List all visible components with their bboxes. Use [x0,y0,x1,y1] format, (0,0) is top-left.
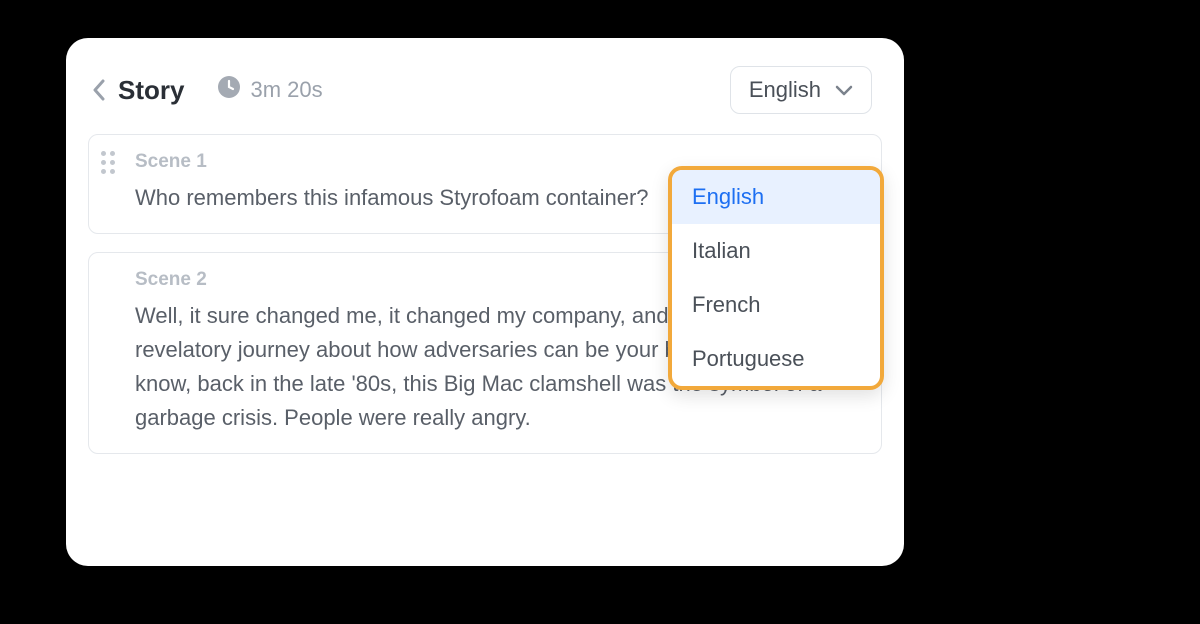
language-dropdown: English Italian French Portuguese [668,166,884,390]
language-option-italian[interactable]: Italian [672,224,880,278]
clock-icon [218,76,240,104]
story-panel: Story 3m 20s English Scene 1 Who r [66,38,904,566]
duration-text: 3m 20s [250,77,322,103]
chevron-down-icon [835,77,853,103]
drag-handle-icon[interactable] [101,151,115,174]
language-option-english[interactable]: English [672,170,880,224]
language-select-value: English [749,77,821,103]
page-title: Story [118,75,184,106]
panel-header: Story 3m 20s English [88,62,882,134]
language-option-french[interactable]: French [672,278,880,332]
duration-group: 3m 20s [218,76,322,104]
language-select[interactable]: English [730,66,872,114]
back-button[interactable] [92,79,106,101]
language-option-portuguese[interactable]: Portuguese [672,332,880,386]
